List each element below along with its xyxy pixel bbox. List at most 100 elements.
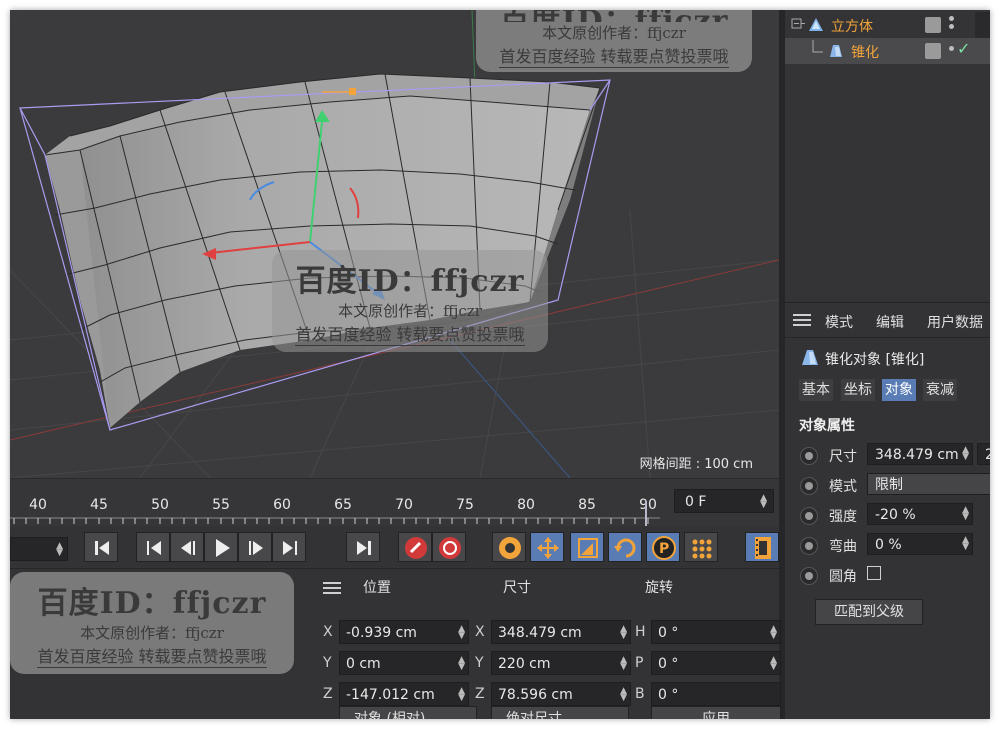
axis-label-z: Z <box>323 686 333 702</box>
size-x-field[interactable]: 348.479 cm ▲ ▼ <box>867 443 973 465</box>
tab-falloff[interactable]: 衰减 <box>923 379 957 401</box>
menu-edit[interactable]: 编辑 <box>876 312 904 332</box>
object-row-cube[interactable]: 立方体 <box>785 12 990 38</box>
axis-label-size-x: X <box>475 624 485 640</box>
stepper-icon[interactable]: ▲ ▼ <box>620 625 627 641</box>
curvature-field[interactable]: 0 % ▲ ▼ <box>867 533 973 555</box>
animate-radio-icon[interactable] <box>800 477 818 495</box>
menu-hamburger-icon[interactable] <box>323 582 341 594</box>
size-y-value: 22 <box>985 447 990 463</box>
play-button[interactable] <box>204 532 238 562</box>
stepper-icon[interactable]: ▲ ▼ <box>760 494 767 510</box>
rotation-key-button[interactable] <box>608 532 642 562</box>
position-z-field[interactable]: -147.012 cm ▲ ▼ <box>339 682 469 706</box>
menu-hamburger-icon[interactable] <box>793 314 811 326</box>
tab-object[interactable]: 对象 <box>882 379 916 401</box>
size-y-field[interactable]: 220 cm ▲ ▼ <box>491 651 631 675</box>
object-row-taper[interactable]: 锥化 ✓ <box>785 38 990 64</box>
rotation-b-value: 0 ° <box>658 687 679 703</box>
auto-key-button[interactable] <box>432 532 466 562</box>
animate-radio-icon[interactable] <box>800 507 818 525</box>
point-level-button[interactable] <box>684 532 718 562</box>
strength-field[interactable]: -20 % ▲ ▼ <box>867 503 973 525</box>
strength-value: -20 % <box>875 507 916 523</box>
scene-canvas[interactable] <box>10 10 779 478</box>
fillet-checkbox[interactable] <box>867 566 881 580</box>
next-key-button[interactable] <box>272 532 306 562</box>
film-strip-icon <box>755 537 771 559</box>
position-key-button[interactable] <box>530 532 564 562</box>
size-mode-dropdown[interactable]: 绝对尺寸 <box>491 706 629 719</box>
position-y-field[interactable]: 0 cm ▲ ▼ <box>339 651 469 675</box>
record-key-icon <box>405 537 427 559</box>
animate-radio-icon[interactable] <box>800 447 818 465</box>
stepper-icon[interactable]: ▲ ▼ <box>962 446 969 462</box>
stepper-icon[interactable]: ▲ ▼ <box>458 656 465 672</box>
stepper-icon[interactable]: ▲ ▼ <box>962 536 969 552</box>
next-frame-icon <box>249 541 263 555</box>
watermark-id: 百度ID：ffjczr <box>295 264 525 299</box>
object-name-taper[interactable]: 锥化 <box>851 42 879 62</box>
timeline[interactable]: 40 45 50 55 60 65 70 75 80 85 90 0 F ▲ ▼ <box>10 478 779 527</box>
go-to-end-button[interactable] <box>346 532 380 562</box>
stepper-icon[interactable]: ▲ ▼ <box>962 506 969 522</box>
timeline-ruler[interactable] <box>10 517 660 525</box>
rotation-b-field[interactable]: 0 ° <box>651 682 781 706</box>
watermark-author: 本文原创作者：ffjczr <box>542 24 686 42</box>
record-key-button[interactable] <box>398 532 432 562</box>
prop-row-curvature: 弯曲 0 % ▲ ▼ <box>785 531 990 559</box>
rotation-p-field[interactable]: 0 ° ▲ ▼ <box>651 651 781 675</box>
axis-label-x: X <box>323 624 333 640</box>
rotation-h-field[interactable]: 0 ° ▲ ▼ <box>651 620 781 644</box>
layer-dots-icon[interactable] <box>949 46 955 64</box>
prev-key-button[interactable] <box>136 532 170 562</box>
tab-coordinates[interactable]: 坐标 <box>841 379 875 401</box>
timeline-tick: 70 <box>395 497 413 513</box>
size-z-field[interactable]: 78.596 cm ▲ ▼ <box>491 682 631 706</box>
rotate-icon <box>614 538 636 558</box>
timeline-window-button[interactable] <box>745 532 779 562</box>
stepper-icon[interactable]: ▲ ▼ <box>770 656 777 672</box>
visibility-toggle-icon[interactable] <box>925 17 941 33</box>
stepper-icon[interactable]: ▲ ▼ <box>620 656 627 672</box>
stepper-icon[interactable]: ▲ ▼ <box>770 625 777 641</box>
apply-button[interactable]: 应用 <box>651 706 781 719</box>
tab-basic[interactable]: 基本 <box>799 379 833 401</box>
current-frame-field[interactable]: 0 F ▲ ▼ <box>674 489 774 513</box>
size-z-value: 78.596 cm <box>498 687 573 703</box>
stepper-icon[interactable]: ▲ ▼ <box>458 625 465 641</box>
next-frame-button[interactable] <box>238 532 272 562</box>
curvature-value: 0 % <box>875 537 902 553</box>
menu-user-data[interactable]: 用户数据 <box>927 312 983 332</box>
parameter-key-button[interactable]: P <box>646 532 680 562</box>
stepper-icon[interactable]: ▲ ▼ <box>620 687 627 703</box>
stepper-icon[interactable]: ▲ ▼ <box>458 687 465 703</box>
timeline-tick: 40 <box>29 497 47 513</box>
start-frame-field[interactable]: ▲ ▼ <box>10 537 68 561</box>
enabled-check-icon[interactable]: ✓ <box>957 39 970 58</box>
stepper-icon[interactable]: ▲ ▼ <box>56 542 63 558</box>
match-parent-button[interactable]: 匹配到父级 <box>815 599 923 625</box>
prev-frame-button[interactable] <box>170 532 204 562</box>
scale-key-button[interactable] <box>570 532 604 562</box>
size-y-field[interactable]: 22 <box>977 443 990 465</box>
timeline-playhead[interactable] <box>645 501 647 527</box>
watermark-center: 百度ID：ffjczr 本文原创作者：ffjczr 首发百度经验 转载要点赞投票… <box>272 250 548 352</box>
coordinate-mode-dropdown[interactable]: 对象 (相对) <box>339 706 477 719</box>
keyframe-selection-button[interactable] <box>492 532 526 562</box>
size-x-field[interactable]: 348.479 cm ▲ ▼ <box>491 620 631 644</box>
visibility-toggle-icon[interactable] <box>925 43 941 59</box>
mode-select[interactable]: 限制 <box>867 473 990 495</box>
animate-radio-icon[interactable] <box>800 567 818 585</box>
go-to-start-button[interactable] <box>84 532 118 562</box>
tree-expander-icon[interactable] <box>791 18 805 32</box>
prop-row-size: 尺寸 348.479 cm▲▼ 22 <box>785 441 990 469</box>
position-x-field[interactable]: -0.939 cm ▲ ▼ <box>339 620 469 644</box>
viewport-3d[interactable]: 网格间距 : 100 cm <box>10 10 779 478</box>
timeline-tick: 60 <box>273 497 291 513</box>
menu-mode[interactable]: 模式 <box>825 312 853 332</box>
position-x-value: -0.939 cm <box>346 625 417 641</box>
object-name-cube[interactable]: 立方体 <box>831 16 873 36</box>
layer-dots-icon[interactable] <box>949 16 955 34</box>
animate-radio-icon[interactable] <box>800 537 818 555</box>
